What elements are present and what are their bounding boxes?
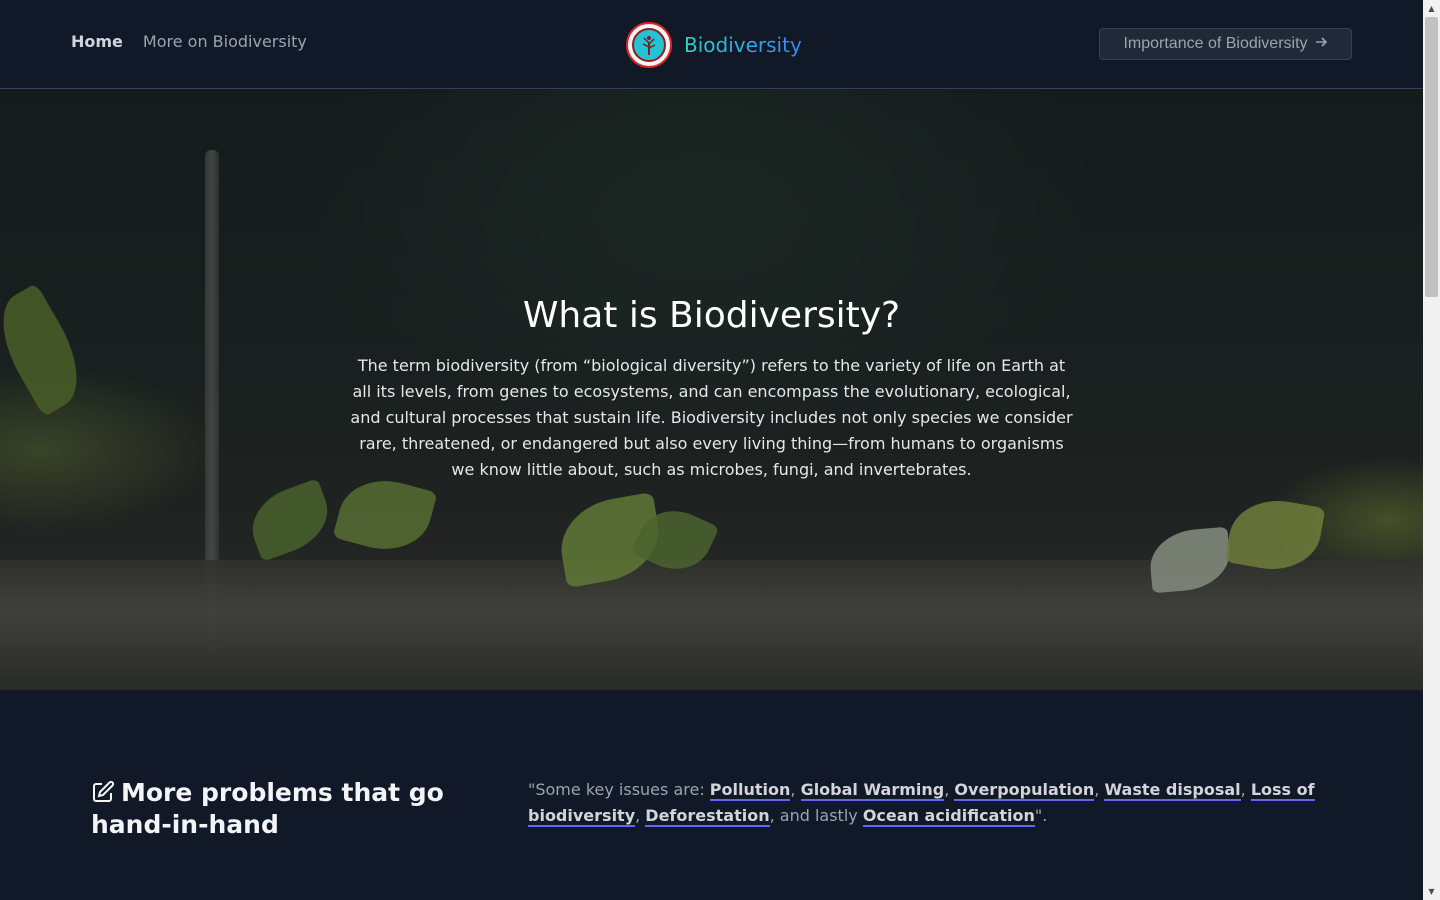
main-nav: Home More on Biodiversity [71,32,307,51]
importance-button[interactable]: Importance of Biodiversity [1099,28,1352,60]
separator: , [790,780,801,799]
issue-link-waste-disposal[interactable]: Waste disposal [1104,780,1241,801]
vertical-scrollbar[interactable]: ▲ ▼ [1423,0,1440,900]
separator: , [1240,780,1251,799]
issue-link-deforestation[interactable]: Deforestation [645,806,770,827]
hero-description: The term biodiversity (from “biological … [350,356,1073,479]
hero-title: What is Biodiversity? [522,295,901,336]
issue-link-overpopulation[interactable]: Overpopulation [954,780,1095,801]
issues-paragraph: "Some key issues are: Pollution, Global … [528,777,1348,829]
importance-button-label: Importance of Biodiversity [1123,35,1308,52]
brand[interactable]: Biodiversity [626,22,802,68]
hero-section: What is Biodiversity? The term biodivers… [0,90,1423,690]
nav-home-link[interactable]: Home [71,32,123,51]
issue-link-ocean-acidification[interactable]: Ocean acidification [862,806,1035,827]
separator: , [944,780,955,799]
scroll-down-arrow-icon[interactable]: ▼ [1423,883,1440,900]
issues-intro: "Some key issues are: [528,780,710,799]
scrollbar-thumb[interactable] [1425,17,1438,297]
edit-icon [91,780,115,804]
issues-end: ". [1034,806,1048,825]
problems-title: More problems that go hand-in-hand [91,777,511,841]
arrow-right-icon [1314,35,1328,54]
problems-title-text: More problems that go hand-in-hand [91,778,444,839]
separator-lastly: , and lastly [769,806,863,825]
site-header: Home More on Biodiversity Biodiversity I… [0,0,1423,89]
nav-more-link[interactable]: More on Biodiversity [143,32,307,51]
brand-name: Biodiversity [684,33,802,57]
separator: , [635,806,646,825]
page: Home More on Biodiversity Biodiversity I… [0,0,1423,900]
tree-emblem-icon [626,22,672,68]
issue-link-pollution[interactable]: Pollution [709,780,791,801]
issue-link-global-warming[interactable]: Global Warming [800,780,945,801]
separator: , [1094,780,1105,799]
scroll-up-arrow-icon[interactable]: ▲ [1423,0,1440,17]
